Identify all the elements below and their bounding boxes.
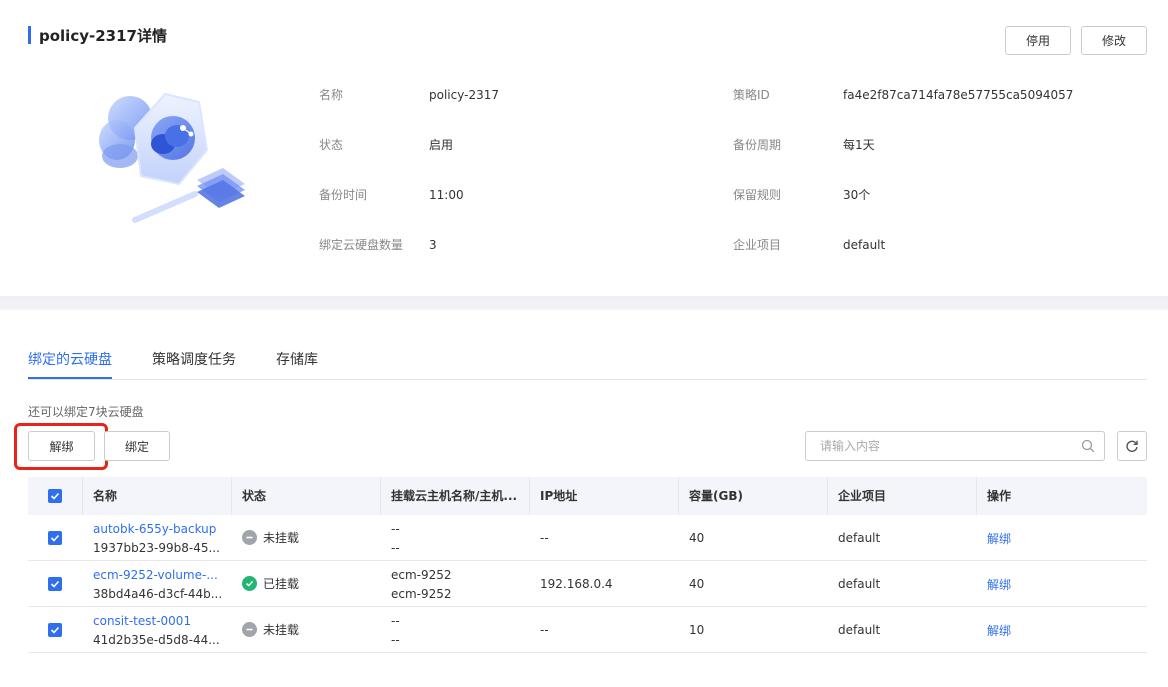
edit-button[interactable]: 修改 [1081, 26, 1147, 55]
ip-address: 192.168.0.4 [540, 577, 613, 591]
unmounted-status-icon [242, 530, 257, 545]
header-status: 状态 [242, 489, 267, 503]
check-icon [50, 580, 60, 588]
bind-button[interactable]: 绑定 [104, 431, 170, 461]
tab-vault[interactable]: 存储库 [276, 350, 318, 370]
backup-time-label: 备份时间 [319, 188, 368, 202]
disable-button[interactable]: 停用 [1005, 26, 1071, 55]
table-header: 名称 状态 挂载云主机名称/主机... IP地址 容量(GB) 企业项目 操作 [28, 477, 1147, 515]
disk-name-link[interactable]: ecm-9252-volume-... [93, 567, 218, 583]
select-all-checkbox[interactable] [48, 489, 62, 503]
table-row: autobk-655y-backup 1937bb23-99b8-45... 未… [28, 515, 1147, 561]
table-row: consit-test-0001 41d2b35e-d5d8-44... 未挂载… [28, 607, 1147, 653]
host-id: ecm-9252 [391, 587, 452, 601]
ip-address: -- [540, 623, 549, 637]
tab-schedule-tasks[interactable]: 策略调度任务 [152, 350, 236, 370]
policy-id-value: fa4e2f87ca714fa78e57755ca5094057 [843, 88, 1074, 102]
retention-label: 保留规则 [733, 188, 782, 202]
disk-count-value: 3 [429, 238, 437, 252]
refresh-button[interactable] [1117, 431, 1147, 461]
title-accent-bar [28, 26, 31, 44]
unbind-button[interactable]: 解绑 [28, 431, 95, 461]
disk-name-link[interactable]: consit-test-0001 [93, 613, 191, 629]
bound-disks-table: 名称 状态 挂载云主机名称/主机... IP地址 容量(GB) 企业项目 操作 … [28, 477, 1147, 653]
host-name: -- [391, 614, 400, 628]
host-name: ecm-9252 [391, 568, 452, 582]
disk-status: 未挂载 [263, 623, 300, 637]
tab-bound-disks[interactable]: 绑定的云硬盘 [28, 350, 112, 370]
status-label: 状态 [319, 138, 344, 152]
name-label: 名称 [319, 88, 344, 102]
enterprise-project: default [838, 531, 881, 545]
check-icon [50, 492, 60, 500]
row-unbind-link[interactable]: 解绑 [987, 531, 1011, 547]
unmounted-status-icon [242, 622, 257, 637]
capacity: 40 [689, 531, 705, 545]
section-separator [0, 296, 1168, 310]
disk-status: 未挂载 [263, 531, 300, 545]
header-capacity: 容量(GB) [689, 489, 743, 503]
name-value: policy-2317 [429, 88, 499, 102]
cloud-backup-illustration-icon [99, 92, 245, 223]
header-action: 操作 [987, 489, 1012, 503]
capacity: 40 [689, 577, 705, 591]
search-icon[interactable] [1081, 439, 1095, 453]
disk-status: 已挂载 [263, 577, 300, 591]
enterprise-project: default [838, 577, 881, 591]
table-row: ecm-9252-volume-... 38bd4a46-d3cf-44b...… [28, 561, 1147, 607]
status-value: 启用 [429, 138, 454, 152]
retention-value: 30个 [843, 188, 871, 202]
host-name: -- [391, 522, 400, 536]
backup-time-value: 11:00 [429, 188, 464, 202]
check-icon [50, 626, 60, 634]
capacity: 10 [689, 623, 705, 637]
refresh-icon [1126, 440, 1138, 452]
header-project: 企业项目 [838, 489, 887, 503]
header-name: 名称 [93, 489, 118, 503]
mounted-status-icon [242, 576, 257, 591]
policy-detail-card: policy-2317详情 停用 修改 名称 policy-2317 状态 启用… [0, 0, 1168, 296]
policy-id-label: 策略ID [733, 88, 770, 102]
row-checkbox[interactable] [48, 623, 62, 637]
header-host: 挂载云主机名称/主机... [391, 489, 518, 503]
enterprise-project: default [838, 623, 881, 637]
search-input[interactable] [805, 431, 1105, 461]
disk-count-label: 绑定云硬盘数量 [319, 238, 404, 252]
disk-id: 38bd4a46-d3cf-44b... [93, 587, 223, 601]
project-label: 企业项目 [733, 238, 782, 252]
row-unbind-link[interactable]: 解绑 [987, 623, 1011, 639]
disk-id: 41d2b35e-d5d8-44... [93, 633, 220, 647]
host-id: -- [391, 633, 400, 647]
ip-address: -- [540, 531, 549, 545]
page-title: policy-2317详情 [39, 27, 167, 45]
project-value: default [843, 238, 886, 252]
row-checkbox[interactable] [48, 531, 62, 545]
backup-cycle-label: 备份周期 [733, 138, 782, 152]
host-id: -- [391, 541, 400, 555]
row-checkbox[interactable] [48, 577, 62, 591]
tab-bar: 绑定的云硬盘 策略调度任务 存储库 [28, 342, 1147, 380]
check-icon [50, 534, 60, 542]
active-tab-indicator [28, 377, 112, 379]
bind-remaining-hint: 还可以绑定7块云硬盘 [28, 405, 144, 419]
backup-cycle-value: 每1天 [843, 138, 875, 152]
disk-id: 1937bb23-99b8-45... [93, 541, 220, 555]
row-unbind-link[interactable]: 解绑 [987, 577, 1011, 593]
disk-name-link[interactable]: autobk-655y-backup [93, 521, 216, 537]
header-ip: IP地址 [540, 489, 578, 503]
